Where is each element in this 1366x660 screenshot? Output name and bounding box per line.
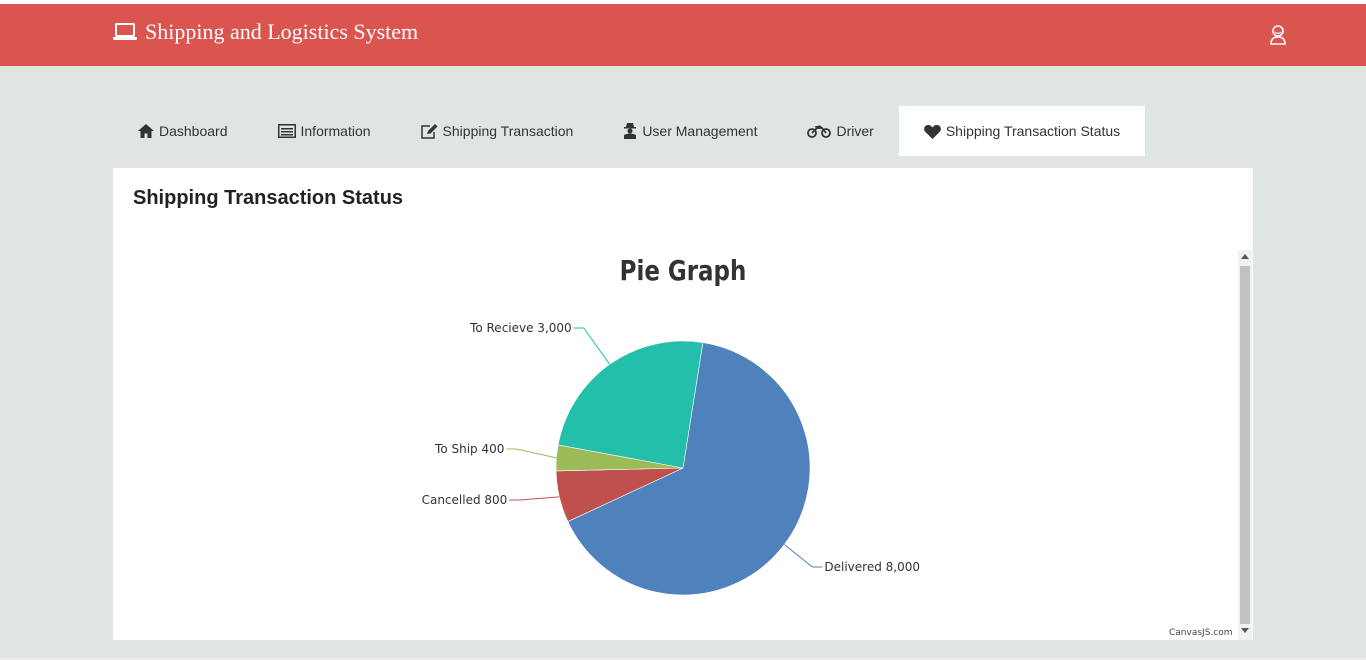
heart-icon	[923, 124, 941, 139]
scroll-up-arrow[interactable]	[1241, 254, 1249, 259]
pie-label: To Recieve 3,000	[469, 321, 572, 335]
content-panel: Shipping Transaction Status Pie Graph De…	[113, 168, 1253, 640]
main-tabs: Dashboard Information Shipping Transacti…	[113, 106, 1146, 156]
user-secret-icon	[623, 123, 637, 139]
tab-driver[interactable]: Driver	[782, 106, 898, 156]
tab-label: Shipping Transaction	[442, 123, 574, 139]
tab-shipping-transaction-status[interactable]: Shipping Transaction Status	[898, 106, 1146, 156]
chart-title: Pie Graph	[620, 255, 747, 288]
tab-shipping-transaction[interactable]: Shipping Transaction	[396, 106, 599, 156]
scrollbar-thumb[interactable]	[1240, 266, 1250, 624]
navbar: Shipping and Logistics System	[0, 4, 1366, 66]
pie-label-connector	[506, 448, 557, 459]
tab-dashboard[interactable]: Dashboard	[113, 106, 253, 156]
tab-label: Driver	[836, 123, 874, 139]
scrollbar[interactable]	[1238, 250, 1252, 640]
pie-label-connector	[509, 496, 560, 501]
tab-label: Dashboard	[159, 123, 228, 139]
tab-label: User Management	[642, 123, 758, 139]
pie-chart: Pie Graph Delivered 8,000 Cancelled 800 To…	[113, 248, 1253, 640]
app-title: Shipping and Logistics System	[145, 19, 419, 44]
tab-user-management[interactable]: User Management	[598, 106, 782, 156]
panel-title: Shipping Transaction Status	[133, 187, 404, 209]
pie-slice-to-recieve[interactable]	[557, 340, 704, 469]
user-icon[interactable]	[1268, 24, 1288, 46]
edit-icon	[420, 123, 438, 139]
laptop-icon	[113, 23, 137, 41]
list-icon	[277, 124, 296, 138]
tab-label: Shipping Transaction Status	[945, 123, 1121, 139]
motorcycle-icon	[807, 124, 832, 138]
tab-information[interactable]: Information	[253, 106, 396, 156]
pie-label: Cancelled 800	[422, 493, 508, 507]
scroll-down-arrow[interactable]	[1241, 628, 1249, 633]
pie-label: Delivered 8,000	[824, 560, 920, 574]
pie-label-connector	[784, 544, 823, 568]
chart-credit[interactable]: CanvasJS.com	[1169, 628, 1232, 638]
home-icon	[138, 124, 154, 138]
pie-label: To Ship 400	[434, 442, 504, 456]
pie-label-connector	[573, 327, 611, 365]
brand[interactable]: Shipping and Logistics System	[113, 16, 418, 48]
pie-chart-svg: Pie Graph Delivered 8,000 Cancelled 800 To…	[422, 255, 920, 596]
tab-label: Information	[300, 123, 371, 139]
